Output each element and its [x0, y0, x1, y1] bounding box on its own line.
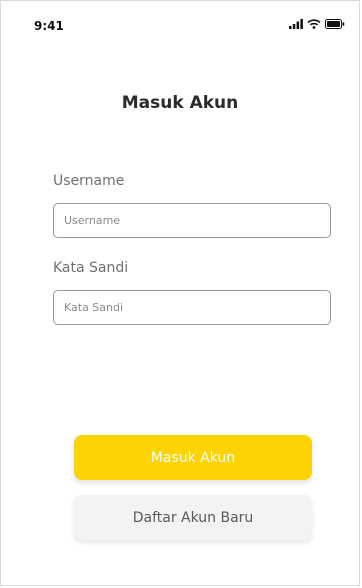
password-input[interactable] [53, 290, 331, 325]
battery-icon [325, 19, 345, 29]
page-title: Masuk Akun [121, 93, 239, 113]
login-button[interactable]: Masuk Akun [74, 435, 312, 480]
signal-icon [289, 19, 303, 29]
login-screen: 9:41 Masuk Akun Username Username Kata S… [0, 0, 360, 586]
status-time: 9:41 [34, 19, 64, 33]
username-label: Username [53, 173, 125, 189]
status-icons [289, 19, 345, 29]
register-button[interactable]: Daftar Akun Baru [74, 495, 312, 540]
password-label: Kata Sandi [53, 260, 129, 276]
wifi-icon [307, 19, 321, 29]
username-input[interactable] [53, 203, 331, 238]
status-bar: 9:41 [1, 1, 359, 41]
